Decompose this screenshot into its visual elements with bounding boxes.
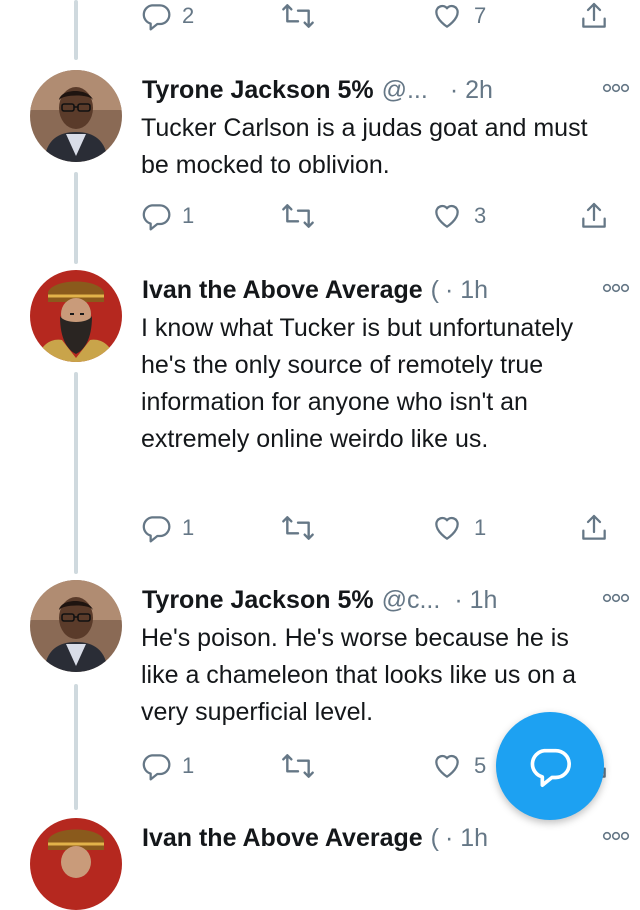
share-icon [582,2,606,28]
retweet-button[interactable] [280,508,316,548]
tweet-actions: 2 7 [140,0,620,36]
share-icon [582,514,606,540]
tweet-text: Tucker Carlson is a judas goat and must … [141,114,588,179]
more-icon[interactable] [602,80,630,96]
timestamp[interactable]: · 1h [445,276,488,305]
share-button[interactable] [578,508,610,548]
avatar[interactable] [30,270,122,362]
tweet-actions: 1 1 [140,508,620,548]
display-name[interactable]: Tyrone Jackson 5% [142,76,374,105]
retweet-button[interactable] [280,196,316,236]
heart-icon [435,4,459,28]
retweet-button[interactable] [280,0,316,36]
like-button[interactable]: 3 [430,196,486,236]
reply-button[interactable]: 2 [140,0,194,36]
tweet[interactable]: Ivan the Above Average ( · 1h [0,818,640,910]
share-button[interactable] [578,196,610,236]
like-count: 7 [474,3,487,28]
retweet-icon [282,516,314,540]
reply-icon [142,516,171,543]
tweet-header: Ivan the Above Average ( · 1h [142,270,620,310]
more-icon[interactable] [602,590,630,606]
more-icon[interactable] [602,280,630,296]
user-handle[interactable]: @c... [382,586,441,615]
more-icon[interactable] [602,828,630,844]
reply-count: 1 [182,203,195,228]
tweet-header: Tyrone Jackson 5% @... · 2h [142,70,620,110]
reply-button[interactable]: 1 [140,746,194,786]
avatar[interactable] [30,818,122,910]
timestamp[interactable]: · 1h [454,586,497,615]
timestamp[interactable]: · 1h [445,824,488,853]
like-button[interactable]: 1 [430,508,486,548]
avatar[interactable] [30,580,122,672]
like-count: 3 [474,203,487,228]
retweet-button[interactable] [280,746,316,786]
share-button[interactable] [578,0,610,36]
share-icon [582,202,606,228]
reply-count: 2 [182,3,195,28]
reply-icon [142,204,171,231]
heart-icon [435,204,459,228]
like-button[interactable]: 5 [430,746,486,786]
timestamp[interactable]: · 2h [450,76,493,105]
user-handle[interactable]: ( [431,276,439,305]
compose-reply-icon [530,748,571,787]
avatar[interactable] [30,70,122,162]
reply-icon [142,754,171,781]
reply-button[interactable]: 1 [140,508,194,548]
thread-line [74,0,78,60]
retweet-icon [282,754,314,778]
tweet-actions: 1 3 [140,196,620,236]
tweet-header: Ivan the Above Average ( · 1h [142,818,620,858]
display-name[interactable]: Ivan the Above Average [142,824,423,853]
display-name[interactable]: Ivan the Above Average [142,276,423,305]
user-handle[interactable]: ( [431,824,439,853]
compose-reply-button[interactable] [496,712,604,820]
like-button[interactable]: 7 [430,0,486,36]
retweet-icon [282,204,314,228]
tweet[interactable]: Ivan the Above Average ( · 1h I know wha… [0,270,640,570]
like-count: 1 [474,515,487,540]
tweet-text: I know what Tucker is but unfortunately … [141,314,574,453]
reply-count: 1 [182,753,195,778]
like-count: 5 [474,753,487,778]
retweet-icon [282,4,314,28]
reply-count: 1 [182,515,195,540]
heart-icon [435,516,459,540]
reply-icon [142,4,171,31]
display-name[interactable]: Tyrone Jackson 5% [142,586,374,615]
user-handle[interactable]: @... [382,76,428,105]
tweet[interactable]: Tyrone Jackson 5% @... · 2h Tucker Carls… [0,70,640,250]
reply-button[interactable]: 1 [140,196,194,236]
heart-icon [435,754,459,778]
tweet-header: Tyrone Jackson 5% @c... · 1h [142,580,620,620]
